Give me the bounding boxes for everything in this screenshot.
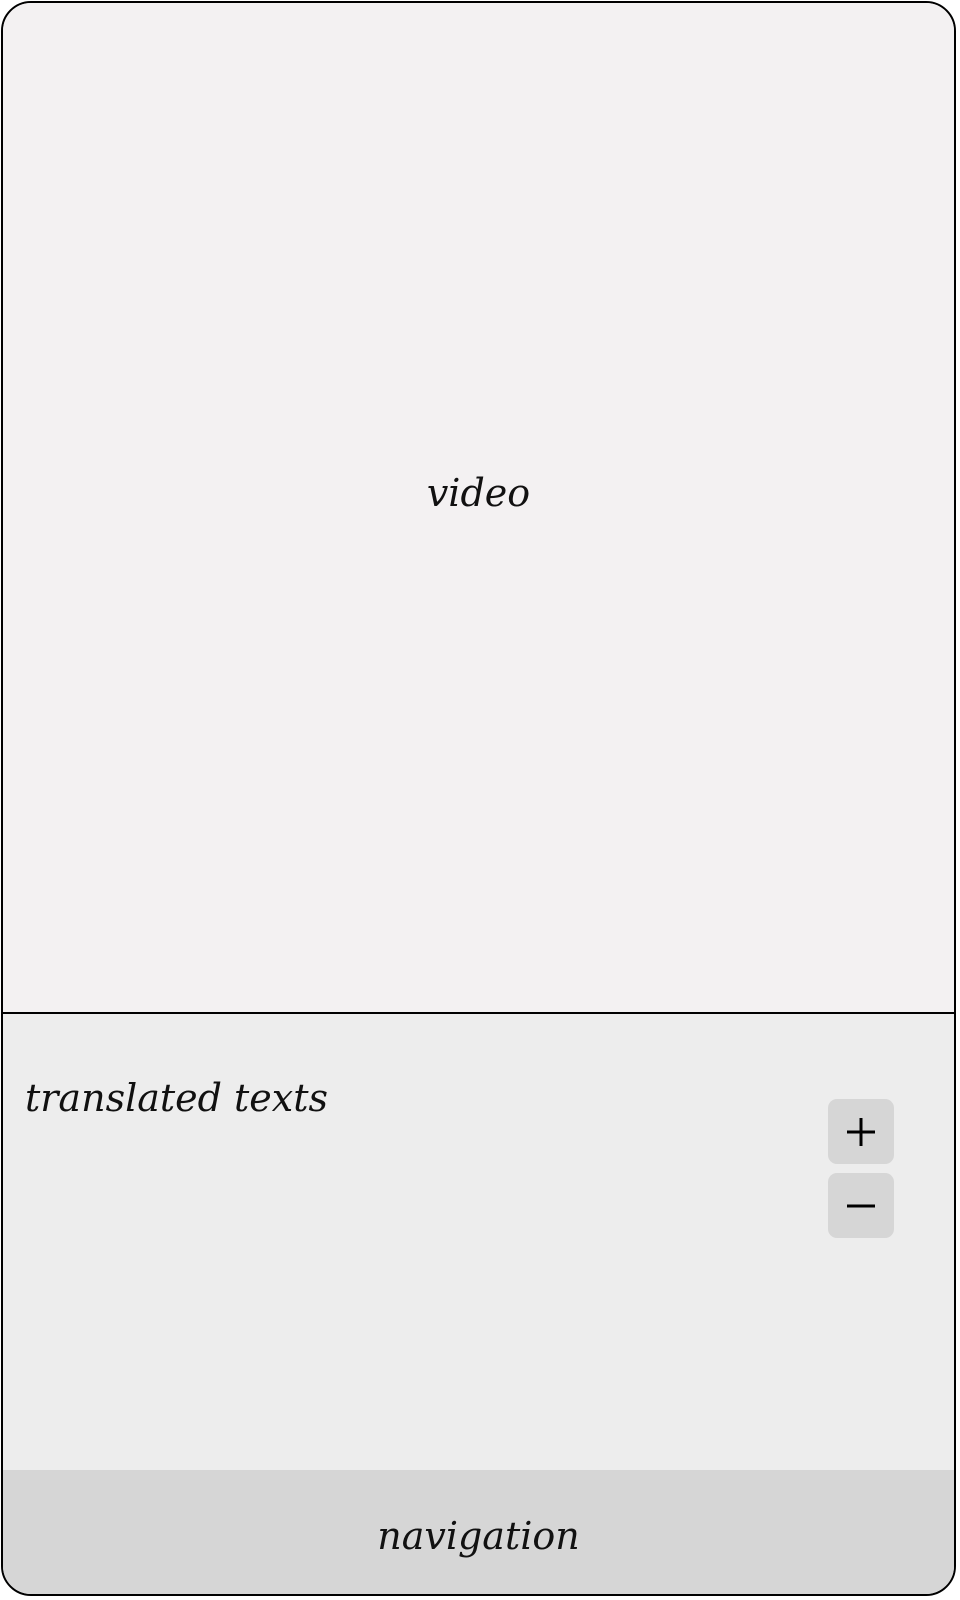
plus-icon	[845, 1116, 877, 1148]
navigation-bar[interactable]: navigation	[3, 1470, 954, 1594]
navigation-label: navigation	[377, 1514, 580, 1558]
app-frame: video translated texts navigation	[1, 1, 956, 1596]
translated-texts-label: translated texts	[25, 1076, 328, 1120]
video-label: video	[426, 471, 531, 515]
zoom-in-button[interactable]	[828, 1099, 894, 1164]
translated-texts-panel: translated texts	[3, 1014, 954, 1470]
minus-icon	[845, 1190, 877, 1222]
zoom-out-button[interactable]	[828, 1173, 894, 1238]
video-player[interactable]: video	[3, 3, 954, 1014]
